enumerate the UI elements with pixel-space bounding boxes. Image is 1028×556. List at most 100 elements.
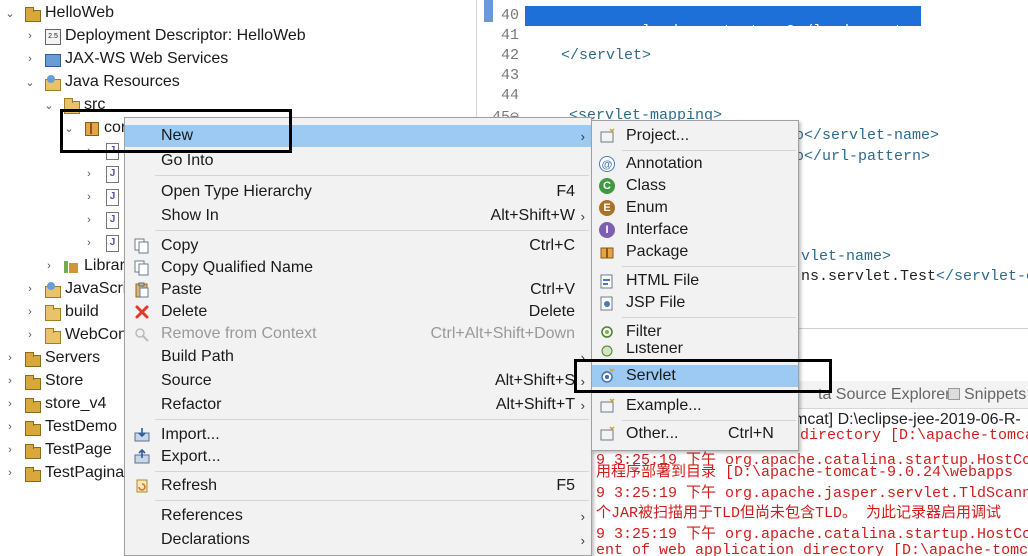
tree-item-java-file[interactable]: › [83, 232, 124, 254]
submenu-item-project[interactable]: Project... [592, 125, 798, 147]
submenu-item-listener[interactable]: Listener [592, 343, 798, 357]
chevron-right-icon[interactable]: › [4, 444, 16, 456]
menu-item-shortcut: Alt+Shift+T [495, 396, 575, 413]
menu-item-refresh[interactable]: Refresh F5 [125, 475, 591, 497]
chevron-right-icon[interactable]: › [4, 352, 16, 364]
tree-item-label: Librar [84, 257, 125, 274]
menu-item-label: References [161, 507, 243, 524]
menu-item-label: Go Into [161, 152, 214, 169]
code-text: ns.servlet.Test [801, 268, 937, 285]
import-icon [134, 427, 150, 443]
menu-item-export[interactable]: Export... [125, 446, 591, 468]
chevron-right-icon[interactable]: › [83, 214, 95, 226]
tree-item-libraries[interactable]: › Librar [43, 255, 125, 277]
console-line: directory [D:\apache-tomca [800, 427, 1028, 444]
submenu-item-jsp-file[interactable]: JSP File [592, 292, 798, 314]
chevron-right-icon[interactable]: › [24, 53, 36, 65]
line-number: 41 [500, 27, 519, 44]
submenu-item-interface[interactable]: I Interface [592, 219, 798, 241]
snippets-icon [948, 388, 960, 400]
tree-item-store-v4[interactable]: › store_v4 [4, 393, 106, 415]
tab-label: Snippets [964, 386, 1027, 403]
tab-snippets[interactable]: Snippets [948, 386, 1026, 404]
chevron-right-icon[interactable]: › [24, 329, 36, 341]
example-icon [599, 398, 615, 414]
menu-item-refactor[interactable]: Refactor Alt+Shift+T › [125, 394, 591, 416]
chevron-right-icon[interactable]: › [43, 260, 55, 272]
console-line: 个JAR被扫描用于TLD但尚未包含TLD。 为此记录器启用调试 [596, 505, 1002, 522]
chevron-right-icon[interactable]: › [4, 398, 16, 410]
menu-separator [622, 317, 796, 318]
chevron-right-icon[interactable]: › [24, 306, 36, 318]
code-line-selected[interactable]: <load-on-startup>2</load-on-startup> [525, 6, 957, 40]
tree-item-java-resources[interactable]: ⌄ Java Resources [24, 71, 180, 93]
copy-icon [134, 238, 150, 254]
chevron-right-icon[interactable]: › [83, 168, 95, 180]
menu-item-copy-qualified-name[interactable]: Copy Qualified Name [125, 257, 591, 279]
tab-data-source-explorer[interactable]: ta Source Explorer [818, 386, 951, 404]
menu-item-references[interactable]: References › [125, 505, 591, 527]
tree-item-javascript-resources[interactable]: › JavaScrip [24, 278, 135, 300]
submenu-arrow-icon: › [580, 128, 585, 144]
submenu-item-other[interactable]: Other... Ctrl+N [592, 423, 798, 445]
webservices-icon [44, 51, 61, 67]
tree-item-java-file[interactable]: › [83, 163, 124, 185]
code-line-fragment[interactable]: o</url-pattern> [795, 148, 930, 165]
filter-icon [599, 324, 615, 340]
submenu-item-label: Annotation [626, 155, 703, 172]
tree-item-helloweb[interactable]: ⌄ HelloWeb [4, 2, 114, 24]
tree-item-java-file[interactable]: › [83, 186, 124, 208]
chevron-down-icon[interactable]: ⌄ [24, 76, 36, 89]
tree-item-jaxws[interactable]: › JAX-WS Web Services [24, 48, 228, 70]
chevron-right-icon[interactable]: › [4, 375, 16, 387]
menu-item-label: Copy Qualified Name [161, 259, 314, 276]
submenu-item-class[interactable]: C Class [592, 175, 798, 197]
submenu-item-label: Example... [626, 397, 702, 414]
submenu-item-filter[interactable]: Filter [592, 321, 798, 343]
tree-item-testpage[interactable]: › TestPage [4, 439, 112, 461]
chevron-right-icon[interactable]: › [24, 30, 36, 42]
menu-item-declarations[interactable]: Declarations › [125, 529, 591, 551]
menu-separator [622, 420, 796, 421]
chevron-right-icon[interactable]: › [4, 467, 16, 479]
chevron-down-icon[interactable]: ⌄ [43, 99, 55, 112]
submenu-item-html-file[interactable]: HTML File [592, 270, 798, 292]
code-line[interactable]: </servlet> [561, 47, 651, 64]
menu-item-delete[interactable]: Delete Delete [125, 301, 591, 323]
tree-item-testpagination[interactable]: › TestPaginat [4, 462, 129, 484]
chevron-right-icon[interactable]: › [24, 283, 36, 295]
chevron-right-icon[interactable]: › [83, 191, 95, 203]
submenu-item-package[interactable]: Package [592, 241, 798, 263]
menu-item-label: Source [161, 372, 212, 389]
menu-item-build-path[interactable]: Build Path › [125, 346, 591, 368]
chevron-right-icon[interactable]: › [83, 237, 95, 249]
tree-item-servers[interactable]: › Servers [4, 347, 100, 369]
menu-item-source[interactable]: Source Alt+Shift+S › [125, 370, 591, 392]
menu-item-open-type-hierarchy[interactable]: Open Type Hierarchy F4 [125, 181, 591, 203]
menu-item-copy[interactable]: Copy Ctrl+C [125, 235, 591, 257]
tree-item-webcontent[interactable]: › WebCon [24, 324, 127, 346]
submenu-item-annotation[interactable]: @ Annotation [592, 153, 798, 175]
tree-item-testdemo[interactable]: › TestDemo [4, 416, 117, 438]
tree-item-label: JAX-WS Web Services [65, 50, 229, 67]
line-number: 43 [500, 67, 519, 84]
menu-item-go-into[interactable]: Go Into [125, 150, 591, 172]
tree-item-store[interactable]: › Store [4, 370, 83, 392]
code-line-fragment[interactable]: ns.servlet.Test</servlet-c [801, 268, 1028, 285]
tree-item-build[interactable]: › build [24, 301, 99, 323]
submenu-item-enum[interactable]: E Enum [592, 197, 798, 219]
menu-item-remove-from-context[interactable]: Remove from Context Ctrl+Alt+Shift+Down [125, 323, 591, 345]
submenu-item-example[interactable]: Example... [592, 395, 798, 417]
chevron-right-icon[interactable]: › [4, 421, 16, 433]
menu-item-import[interactable]: Import... [125, 424, 591, 446]
tree-item-java-file[interactable]: › [83, 209, 124, 231]
code-line-fragment[interactable]: vlet-name> [801, 248, 891, 265]
line-number: 42 [500, 47, 519, 64]
delete-icon [134, 304, 150, 320]
menu-item-show-in[interactable]: Show In Alt+Shift+W › [125, 205, 591, 227]
tree-item-deployment-descriptor[interactable]: › Deployment Descriptor: HelloWeb [24, 25, 306, 47]
chevron-down-icon[interactable]: ⌄ [4, 7, 16, 20]
code-line-fragment[interactable]: o</servlet-name> [795, 127, 939, 144]
code-text: <load-on-startup>2</load-on-startup> [633, 23, 958, 40]
menu-item-paste[interactable]: Paste Ctrl+V [125, 279, 591, 301]
